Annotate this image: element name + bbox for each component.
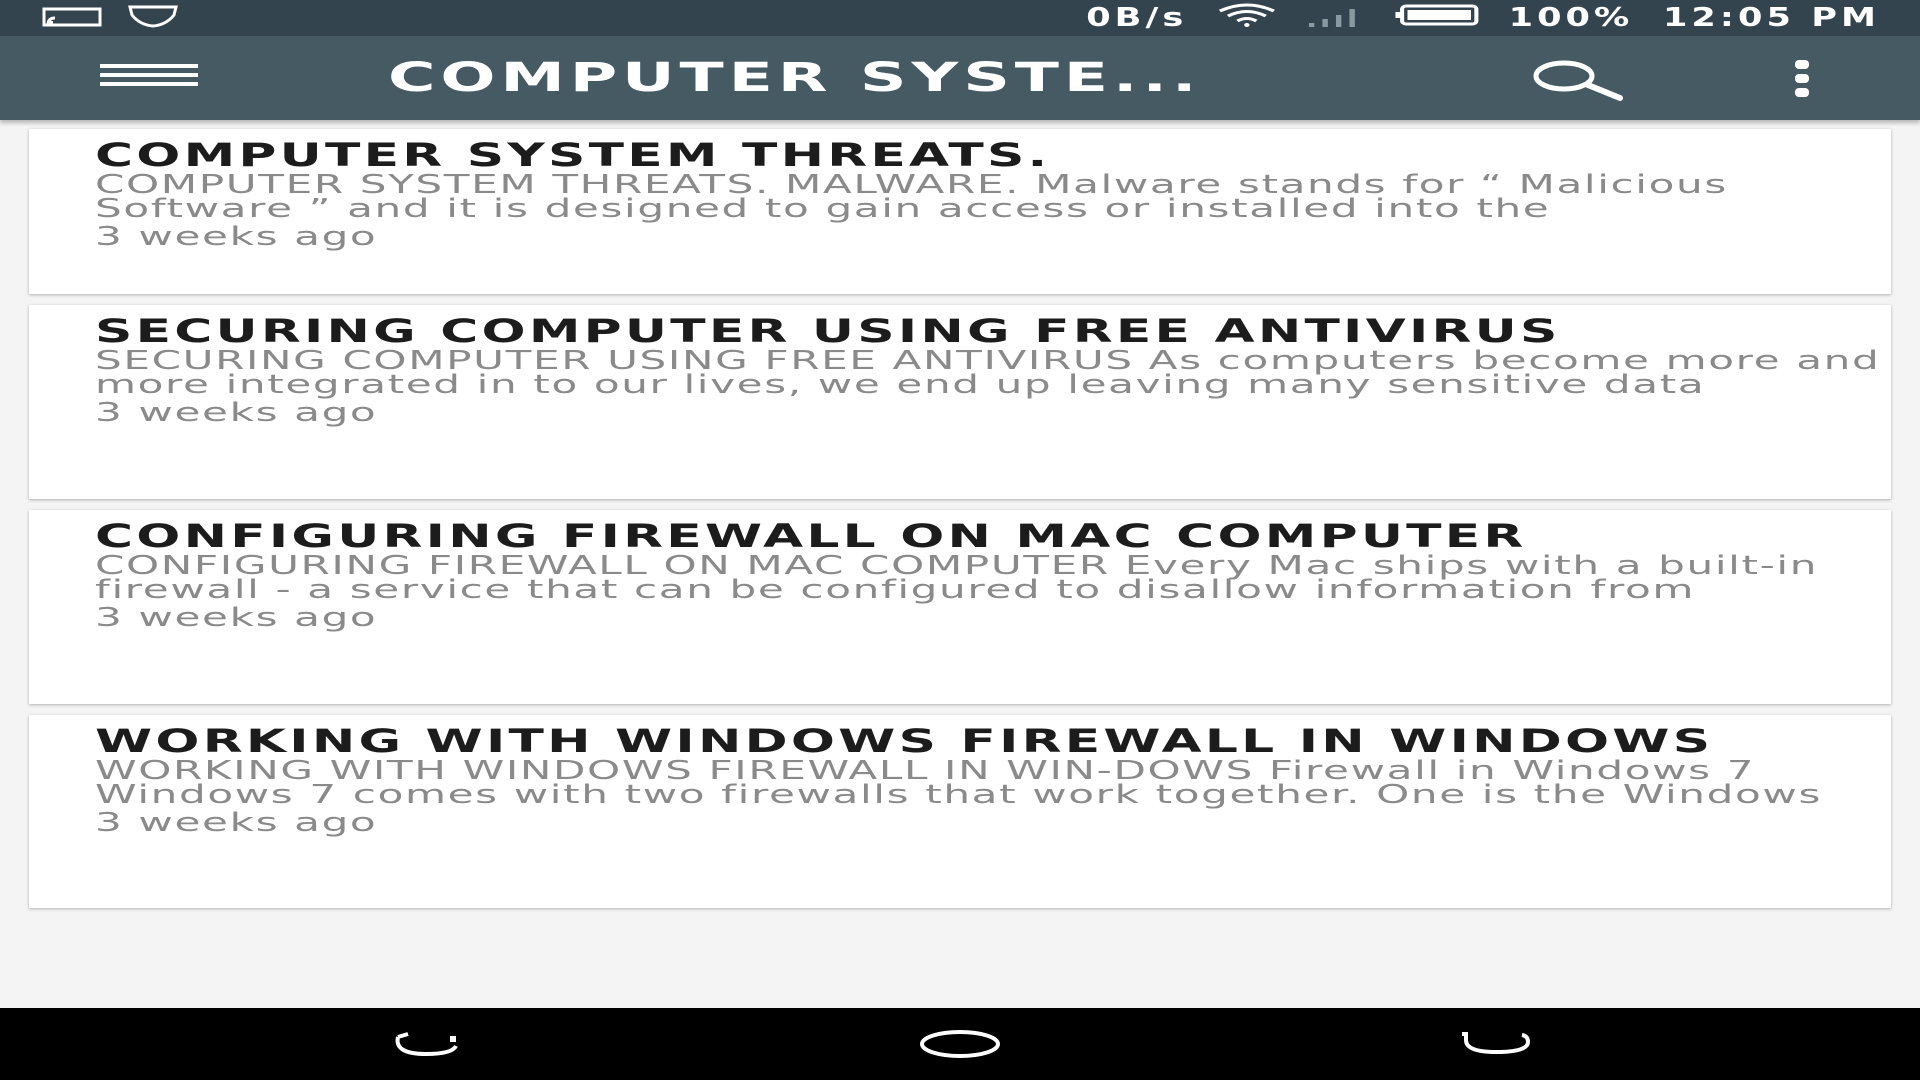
app-title: COMPUTER SYSTE... <box>388 55 1202 101</box>
home-button[interactable] <box>920 1024 1000 1064</box>
article-card[interactable]: SECURING COMPUTER USING FREE ANTIVIRUS S… <box>29 305 1891 499</box>
cast-icon <box>42 5 104 35</box>
article-time: 3 weeks ago <box>95 222 378 252</box>
article-card[interactable]: CONFIGURING FIREWALL ON MAC COMPUTER CON… <box>29 510 1891 704</box>
navigation-bar <box>0 1008 1920 1080</box>
menu-icon-line <box>100 82 198 86</box>
menu-icon <box>100 64 198 68</box>
battery-icon <box>1395 3 1479 33</box>
article-content: CONFIGURING FIREWALL ON MAC COMPUTER CON… <box>95 517 1891 634</box>
article-title: CONFIGURING FIREWALL ON MAC COMPUTER <box>95 517 1527 555</box>
more-vert-icon <box>1795 60 1809 69</box>
network-speed: 0B/s <box>1086 3 1188 33</box>
article-time: 3 weeks ago <box>95 398 378 428</box>
menu-button[interactable] <box>100 64 198 94</box>
search-button[interactable] <box>1528 56 1624 104</box>
article-title: WORKING WITH WINDOWS FIREWALL IN WINDOWS <box>95 722 1714 760</box>
article-excerpt: SECURING COMPUTER USING FREE ANTIVIRUS A… <box>95 346 1881 400</box>
clock: 12:05 PM <box>1662 3 1880 33</box>
article-excerpt: COMPUTER SYSTEM THREATS. MALWARE. Malwar… <box>95 170 1728 224</box>
status-bar: 0B/s 100% 12:05 PM <box>0 0 1920 36</box>
wifi-icon <box>1217 3 1276 34</box>
article-content: COMPUTER SYSTEM THREATS. COMPUTER SYSTEM… <box>95 136 1891 253</box>
article-card[interactable]: COMPUTER SYSTEM THREATS. COMPUTER SYSTEM… <box>29 129 1891 294</box>
recent-apps-icon <box>395 1032 458 1057</box>
home-icon <box>920 1030 1000 1058</box>
article-content: SECURING COMPUTER USING FREE ANTIVIRUS S… <box>95 312 1891 429</box>
battery-percent: 100% <box>1508 3 1634 33</box>
recent-apps-button[interactable] <box>386 1024 466 1064</box>
article-content: WORKING WITH WINDOWS FIREWALL IN WINDOWS… <box>95 722 1891 839</box>
article-time: 3 weeks ago <box>95 808 378 838</box>
more-options-button[interactable] <box>1790 58 1814 102</box>
article-title: SECURING COMPUTER USING FREE ANTIVIRUS <box>95 312 1561 350</box>
back-button[interactable] <box>1456 1024 1536 1064</box>
article-time: 3 weeks ago <box>95 603 378 633</box>
app-screen: 0B/s 100% 12:05 PM COMPUTER SYSTE... COM… <box>0 0 1920 1080</box>
status-right-info: 0B/s 100% 12:05 PM <box>1086 0 1880 36</box>
article-excerpt: CONFIGURING FIREWALL ON MAC COMPUTER Eve… <box>95 551 1819 605</box>
shield-icon <box>126 4 180 35</box>
menu-icon-line <box>100 73 198 77</box>
app-bar: COMPUTER SYSTE... <box>0 36 1920 120</box>
article-title: COMPUTER SYSTEM THREATS. <box>95 136 1051 174</box>
status-left-icons <box>42 4 180 35</box>
signal-icon <box>1306 3 1365 34</box>
article-card[interactable]: WORKING WITH WINDOWS FIREWALL IN WINDOWS… <box>29 715 1891 908</box>
search-icon <box>1533 60 1623 101</box>
article-excerpt: WORKING WITH WINDOWS FIREWALL IN WIN-DOW… <box>95 756 1823 810</box>
back-icon <box>1462 1032 1531 1055</box>
more-vert-icon-dot <box>1795 74 1809 83</box>
more-vert-icon-dot <box>1795 88 1809 97</box>
